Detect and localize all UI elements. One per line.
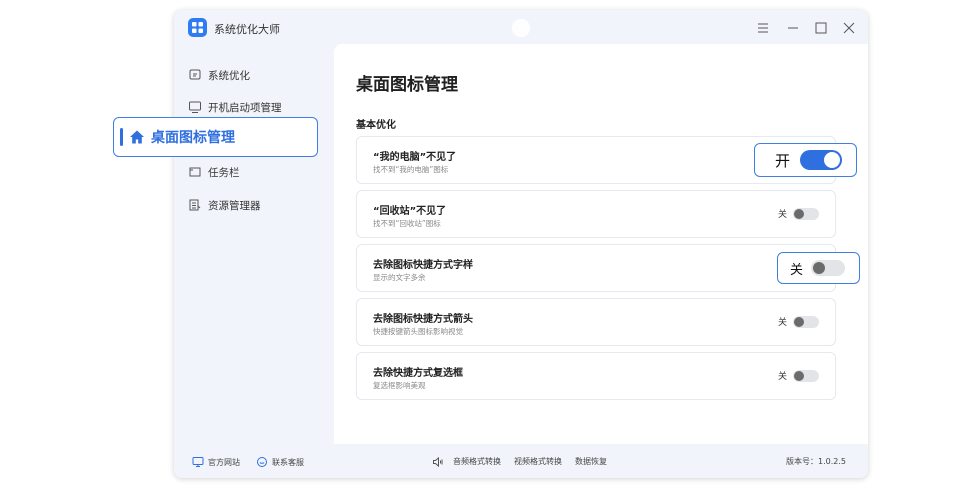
shortcut-text-toggle[interactable]: 关 <box>777 252 860 284</box>
speaker-icon <box>432 456 444 468</box>
toggle-state-label: 关 <box>790 262 804 278</box>
menu-icon[interactable] <box>754 19 772 37</box>
toggle-state-label: 关 <box>777 372 787 382</box>
website-link[interactable]: 官方网站 <box>192 456 240 468</box>
data-recovery-link[interactable]: 数据恢复 <box>575 456 607 467</box>
minimize-icon[interactable] <box>784 19 802 37</box>
support-link[interactable]: 联系客服 <box>256 456 304 468</box>
toggle-knob <box>794 370 804 381</box>
app-window: 系统优化大师 系统优化 开机启动项管理 任务栏 资源管理器 桌面图标管理 基本优… <box>174 10 868 478</box>
monitor-icon <box>192 456 204 468</box>
version-info: 版本号：1.0.2.5 <box>786 456 846 467</box>
setting-title: 去除快捷方式复选框 <box>373 368 463 379</box>
footer-bar: 官方网站 联系客服 音频格式转换 视频格式转换 数据恢复 版本号：1.0.2.5 <box>174 450 868 478</box>
sidebar-item-desktop-icons[interactable]: 桌面图标管理 <box>113 117 318 157</box>
sidebar-item-file-manager[interactable]: 资源管理器 <box>188 194 261 216</box>
setting-card: 去除快捷方式复选框 复选框影响美观 关 <box>356 352 836 400</box>
toggle-switch[interactable] <box>800 150 843 170</box>
sidebar-item-label: 资源管理器 <box>208 199 261 212</box>
version-label: 版本号：1.0.2.5 <box>786 457 846 466</box>
section-title: 基本优化 <box>356 120 396 131</box>
setting-description: 显示的文字多余 <box>373 273 426 282</box>
close-icon[interactable] <box>840 19 858 37</box>
setting-title: 去除图标快捷方式箭头 <box>373 314 473 325</box>
active-indicator <box>120 128 123 146</box>
toggle-state-label: 关 <box>777 210 787 220</box>
sidebar-item-label: 任务栏 <box>208 166 240 179</box>
toggle-knob <box>794 208 804 219</box>
toggle-switch[interactable] <box>793 369 819 382</box>
toggle-knob <box>794 316 804 327</box>
website-label: 官方网站 <box>208 457 240 467</box>
title-bar: 系统优化大师 <box>174 10 868 46</box>
headset-icon <box>256 456 268 468</box>
audio-convert-link[interactable]: 音频格式转换 <box>453 456 501 467</box>
system-optimize-icon <box>188 68 202 82</box>
toggle-control[interactable]: 关 <box>778 369 819 382</box>
video-convert-link[interactable]: 视频格式转换 <box>514 456 562 467</box>
toggle-switch[interactable] <box>811 260 846 276</box>
page-title: 桌面图标管理 <box>356 75 458 95</box>
setting-description: 找不到“回收站”图标 <box>373 219 441 228</box>
toggle-state-label: 关 <box>777 318 787 328</box>
sidebar-item-startup[interactable]: 开机启动项管理 <box>188 96 282 118</box>
toggle-switch[interactable] <box>793 315 819 328</box>
audio-convert-label: 音频格式转换 <box>453 457 501 466</box>
data-recovery-label: 数据恢复 <box>575 457 607 466</box>
sidebar-item-system-optimize[interactable]: 系统优化 <box>188 64 250 86</box>
setting-title: “回收站”不见了 <box>373 206 447 217</box>
toggle-control[interactable]: 关 <box>778 207 819 220</box>
toggle-knob <box>813 262 826 274</box>
sidebar-item-label: 开机启动项管理 <box>208 101 282 114</box>
app-title: 系统优化大师 <box>214 23 280 36</box>
setting-card: “回收站”不见了 找不到“回收站”图标 关 <box>356 190 836 238</box>
title-center-dot <box>512 19 530 37</box>
toggle-switch[interactable] <box>793 207 819 220</box>
my-computer-toggle[interactable]: 开 <box>754 143 857 177</box>
app-logo-icon <box>188 18 207 37</box>
taskbar-icon <box>188 165 202 179</box>
setting-card: 去除图标快捷方式箭头 快捷按键箭头图标影响视觉 关 <box>356 298 836 346</box>
sidebar-item-label: 桌面图标管理 <box>151 130 235 146</box>
setting-description: 找不到“我的电脑”图标 <box>373 165 449 174</box>
main-panel: 桌面图标管理 基本优化 “我的电脑”不见了 找不到“我的电脑”图标 “回收站”不… <box>334 44 868 444</box>
speaker-icon-wrap <box>432 456 448 468</box>
video-convert-label: 视频格式转换 <box>514 457 562 466</box>
file-manager-icon <box>188 198 202 212</box>
sidebar-item-taskbar[interactable]: 任务栏 <box>188 161 240 183</box>
support-label: 联系客服 <box>272 457 304 467</box>
setting-description: 复选框影响美观 <box>373 381 426 390</box>
toggle-knob <box>824 152 841 168</box>
setting-title: 去除图标快捷方式字样 <box>373 260 473 271</box>
monitor-icon <box>188 100 202 114</box>
maximize-icon[interactable] <box>812 19 830 37</box>
toggle-state-label: 开 <box>775 151 791 170</box>
setting-title: “我的电脑”不见了 <box>373 152 457 163</box>
sidebar-item-label: 系统优化 <box>208 69 250 82</box>
home-icon <box>129 129 145 145</box>
toggle-control[interactable]: 关 <box>778 315 819 328</box>
setting-card: 去除图标快捷方式字样 显示的文字多余 <box>356 244 836 292</box>
setting-description: 快捷按键箭头图标影响视觉 <box>373 327 463 336</box>
